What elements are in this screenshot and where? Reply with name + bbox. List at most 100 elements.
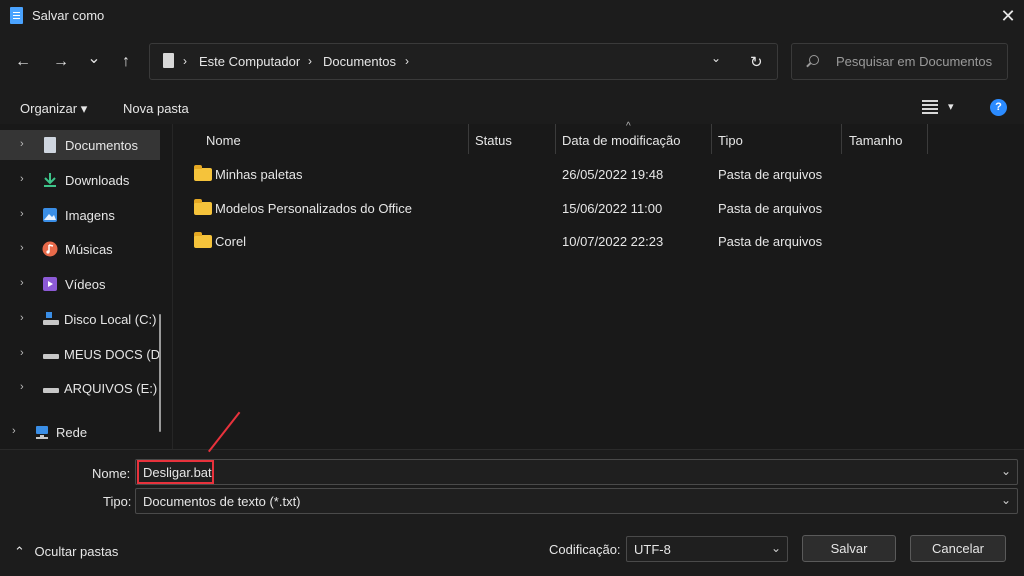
- column-header-nome[interactable]: Nome: [206, 133, 241, 148]
- up-button[interactable]: ↑: [114, 50, 138, 74]
- expand-chevron-icon[interactable]: ›: [20, 347, 24, 359]
- expand-chevron-icon[interactable]: ›: [20, 138, 24, 150]
- document-icon: [44, 137, 56, 153]
- sidebar-item-disco-local[interactable]: › Disco Local (C:): [0, 304, 160, 334]
- column-separator[interactable]: [468, 124, 469, 154]
- file-type-value: Documentos de texto (*.txt): [143, 494, 301, 509]
- back-button[interactable]: ←: [11, 50, 35, 74]
- sidebar-item-arquivos[interactable]: › ARQUIVOS (E:): [0, 373, 160, 403]
- expand-chevron-icon[interactable]: ›: [20, 312, 24, 324]
- hide-folders-label: Ocultar pastas: [34, 544, 119, 559]
- sidebar-item-downloads[interactable]: › Downloads: [0, 165, 160, 195]
- expand-chevron-icon[interactable]: ›: [12, 425, 16, 437]
- sidebar-scrollbar[interactable]: [159, 314, 161, 432]
- notepad-icon: [10, 7, 23, 24]
- sidebar-item-label: Disco Local (C:): [64, 312, 157, 327]
- type-label: Tipo:: [103, 494, 132, 509]
- chevron-up-icon: ⌃: [14, 544, 25, 559]
- file-modified: 10/07/2022 22:23: [562, 234, 664, 249]
- file-type: Pasta de arquivos: [718, 167, 823, 182]
- sidebar-item-label: Músicas: [65, 242, 113, 257]
- document-icon: [163, 53, 174, 68]
- expand-chevron-icon[interactable]: ›: [20, 277, 24, 289]
- expand-chevron-icon[interactable]: ›: [20, 173, 24, 185]
- sidebar-item-imagens[interactable]: › Imagens: [0, 200, 160, 230]
- column-separator[interactable]: [711, 124, 712, 154]
- sidebar-item-musicas[interactable]: › Músicas: [0, 234, 160, 264]
- chevron-down-icon[interactable]: ⌄: [1001, 464, 1011, 478]
- sidebar-item-documentos[interactable]: › Documentos: [0, 130, 160, 160]
- breadcrumb-este-computador[interactable]: Este Computador: [199, 54, 300, 69]
- title-bar: [0, 0, 1024, 32]
- breadcrumb-separator: ›: [308, 54, 312, 68]
- address-dropdown-button[interactable]: ⌄: [711, 51, 721, 65]
- sort-indicator-icon: ^: [626, 121, 631, 132]
- sidebar-item-label: Imagens: [65, 208, 115, 223]
- cancel-button[interactable]: Cancelar: [910, 535, 1006, 562]
- encoding-value: UTF-8: [634, 542, 671, 557]
- file-type-select[interactable]: Documentos de texto (*.txt) ⌄: [135, 488, 1018, 514]
- file-name: Modelos Personalizados do Office: [215, 201, 413, 216]
- file-name: Corel: [215, 234, 247, 249]
- sidebar-item-videos[interactable]: › Vídeos: [0, 269, 160, 299]
- sidebar-item-label: Documentos: [65, 138, 138, 153]
- file-modified: 15/06/2022 11:00: [562, 201, 663, 216]
- column-separator[interactable]: [927, 124, 928, 154]
- search-placeholder: Pesquisar em Documentos: [836, 54, 993, 69]
- refresh-button[interactable]: ↻: [750, 53, 763, 71]
- breadcrumb-separator[interactable]: ›: [405, 54, 409, 68]
- name-label: Nome:: [92, 466, 131, 481]
- file-type: Pasta de arquivos: [718, 234, 823, 249]
- column-header-tipo[interactable]: Tipo: [718, 133, 743, 148]
- view-options-caret[interactable]: ▾: [948, 100, 954, 113]
- sidebar-item-rede[interactable]: › Rede: [0, 417, 160, 447]
- download-icon: [42, 172, 58, 188]
- table-row[interactable]: Minhas paletas 26/05/2022 19:48 Pasta de…: [186, 159, 1024, 189]
- column-separator[interactable]: [555, 124, 556, 154]
- expand-chevron-icon[interactable]: ›: [20, 208, 24, 220]
- music-icon: [42, 241, 58, 257]
- search-icon: [809, 55, 819, 65]
- network-icon: [33, 424, 49, 440]
- breadcrumb-separator: ›: [183, 54, 187, 68]
- folder-icon: [194, 165, 212, 181]
- drive-icon: [42, 346, 59, 362]
- drive-icon: [42, 311, 59, 327]
- image-icon: [42, 207, 58, 223]
- organize-button[interactable]: Organizar ▾: [20, 101, 87, 117]
- close-button[interactable]: ✕: [996, 4, 1020, 28]
- file-modified: 26/05/2022 19:48: [562, 167, 664, 182]
- sidebar-item-label: ARQUIVOS (E:): [64, 381, 158, 396]
- forward-button[interactable]: →: [49, 50, 73, 74]
- sidebar-item-label: Downloads: [65, 173, 130, 188]
- encoding-label: Codificação:: [549, 542, 621, 557]
- help-icon[interactable]: ?: [990, 99, 1007, 116]
- hide-folders-button[interactable]: ⌃ Ocultar pastas: [14, 544, 118, 560]
- expand-chevron-icon[interactable]: ›: [20, 381, 24, 393]
- column-header-status[interactable]: Status: [475, 133, 512, 148]
- column-header-data[interactable]: Data de modificação: [562, 133, 681, 148]
- folder-icon: [194, 232, 212, 248]
- chevron-down-icon[interactable]: ⌄: [1001, 493, 1011, 507]
- encoding-select[interactable]: UTF-8 ⌄: [626, 536, 788, 562]
- file-name: Minhas paletas: [215, 167, 303, 182]
- video-icon: [42, 276, 58, 292]
- drive-icon: [42, 380, 59, 396]
- new-folder-button[interactable]: Nova pasta: [123, 101, 189, 116]
- filename-input[interactable]: Desligar.bat ⌄: [135, 459, 1018, 485]
- sidebar-item-meus-docs[interactable]: › MEUS DOCS (D: [0, 339, 160, 369]
- recent-locations-button[interactable]: ⌄: [82, 47, 106, 71]
- column-header-tamanho[interactable]: Tamanho: [849, 133, 902, 148]
- sidebar-item-label: MEUS DOCS (D: [64, 347, 161, 362]
- sidebar-item-label: Rede: [56, 425, 88, 440]
- column-separator[interactable]: [841, 124, 842, 154]
- file-type: Pasta de arquivos: [718, 201, 823, 216]
- breadcrumb-documentos[interactable]: Documentos: [323, 54, 396, 69]
- expand-chevron-icon[interactable]: ›: [20, 242, 24, 254]
- chevron-down-icon[interactable]: ⌄: [771, 541, 781, 555]
- save-button[interactable]: Salvar: [802, 535, 896, 562]
- view-options-icon[interactable]: [922, 100, 938, 114]
- table-row[interactable]: Modelos Personalizados do Office 15/06/2…: [186, 193, 1024, 223]
- window-title: Salvar como: [32, 8, 105, 23]
- table-row[interactable]: Corel 10/07/2022 22:23 Pasta de arquivos: [186, 226, 1024, 256]
